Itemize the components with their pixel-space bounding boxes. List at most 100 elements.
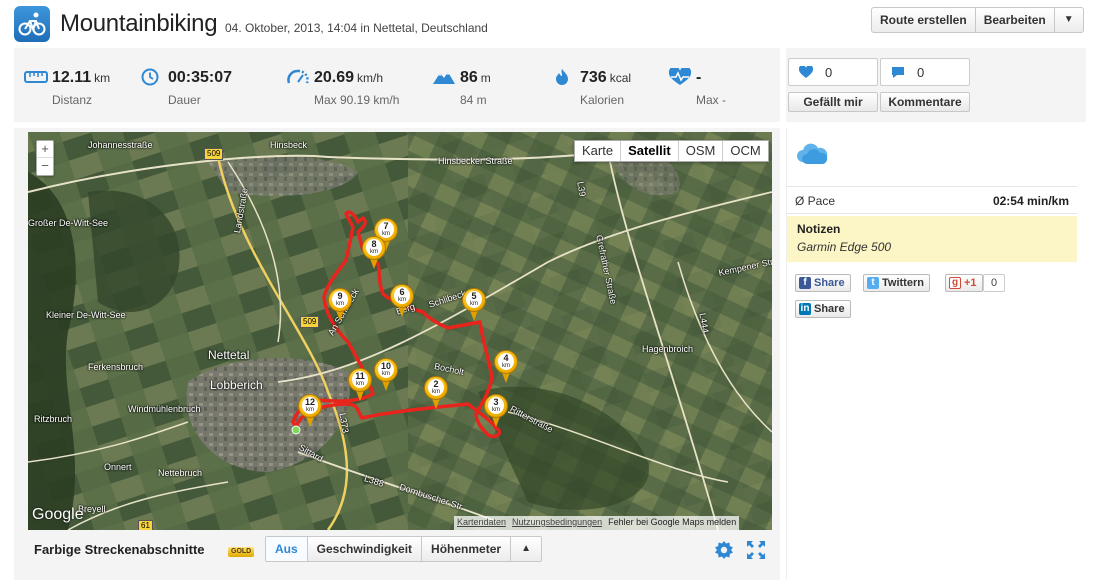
km-marker-unit: km — [336, 301, 344, 307]
duration-value: 00:35:07 — [168, 69, 233, 86]
map-type-satellit[interactable]: Satellit — [621, 141, 679, 161]
cloud-icon — [797, 143, 828, 164]
notes-title: Notizen — [797, 222, 841, 236]
facebook-share-button[interactable]: f Share — [795, 274, 851, 292]
km-marker-number: 3 — [493, 397, 499, 407]
elevation-value: 86 — [460, 69, 478, 86]
place-label: Landstraße — [232, 187, 250, 234]
road-shield: 509 — [300, 316, 320, 328]
map-attribution: Kartendaten Nutzungsbedingungen Fehler b… — [454, 516, 740, 530]
road-shield: 509 — [204, 148, 224, 160]
colored-segments-title: Farbige Streckenabschnitte — [34, 542, 205, 557]
comments-button[interactable]: Kommentare — [880, 92, 970, 112]
km-marker-5[interactable]: 5 km — [462, 288, 486, 322]
elevation-unit: m — [480, 71, 491, 85]
place-label: Lobberich — [210, 378, 263, 392]
ruler-icon — [24, 71, 48, 83]
segment-elevation-button[interactable]: Höhenmeter — [422, 537, 512, 561]
place-label: L444 — [697, 312, 711, 334]
segment-off-button[interactable]: Aus — [266, 537, 308, 561]
km-marker-3[interactable]: 3 km — [484, 394, 508, 428]
likes-counter: 0 — [788, 58, 878, 86]
mountain-icon — [433, 72, 455, 84]
map-type-ocm[interactable]: OCM — [723, 141, 767, 161]
calories-value: 736 — [580, 69, 607, 86]
route-map[interactable]: Johannesstraße Hinsbeck Hinsbecker Straß… — [28, 132, 772, 530]
edit-button[interactable]: Bearbeiten — [976, 8, 1055, 32]
map-type-osm[interactable]: OSM — [679, 141, 724, 161]
km-marker-11[interactable]: 11 km — [348, 368, 372, 402]
place-label: Grefrather Straße — [594, 234, 619, 306]
heart-icon — [799, 66, 813, 78]
km-marker-number: 10 — [380, 361, 391, 371]
max-speed-label: Max 90.19 km/h — [314, 93, 400, 107]
heartrate-icon — [668, 68, 692, 85]
map-type-switcher: Karte Satellit OSM OCM — [574, 140, 769, 162]
duration-label: Dauer — [168, 93, 201, 107]
place-label: Hagenbroich — [642, 344, 694, 354]
km-marker-unit: km — [492, 407, 500, 413]
gear-icon[interactable] — [714, 540, 734, 560]
km-marker-number: 9 — [337, 291, 343, 301]
notes-box: Notizen Garmin Edge 500 — [787, 216, 1077, 262]
zoom-in-button[interactable]: + — [37, 141, 53, 158]
elevation-sub: 84 m — [460, 93, 487, 107]
place-label: Sittard — [297, 442, 325, 464]
facebook-icon: f — [799, 277, 811, 289]
km-marker-unit: km — [470, 301, 478, 307]
create-route-button[interactable]: Route erstellen — [872, 8, 976, 32]
place-label: L388 — [362, 473, 386, 489]
km-marker-12[interactable]: 12 km — [298, 394, 322, 428]
header-button-group: Route erstellen Bearbeiten ▼ — [871, 7, 1084, 33]
place-label: Onnert — [104, 462, 132, 472]
gplus-icon: g — [949, 277, 961, 289]
distance-label: Distanz — [52, 93, 93, 107]
km-marker-8[interactable]: 8 km — [362, 236, 386, 270]
gplus-button[interactable]: g +1 — [945, 274, 983, 292]
place-label: L373 — [337, 412, 351, 434]
place-label: Hinsbecker Straße — [438, 156, 513, 166]
facebook-share-label: Share — [814, 277, 845, 289]
linkedin-share-label: Share — [814, 303, 845, 315]
linkedin-share-button[interactable]: in Share — [795, 300, 851, 318]
like-button[interactable]: Gefällt mir — [788, 92, 878, 112]
speed-value: 20.69 — [314, 69, 355, 86]
km-marker-10[interactable]: 10 km — [374, 358, 398, 392]
place-label: Ritterstraße — [508, 403, 555, 435]
km-marker-number: 8 — [371, 239, 377, 249]
page-header: Mountainbiking 04. Oktober, 2013, 14:04 … — [0, 0, 1096, 46]
km-marker-2[interactable]: 2 km — [424, 376, 448, 410]
km-marker-unit: km — [356, 381, 364, 387]
mountainbike-icon — [14, 6, 50, 42]
place-label: Nettebruch — [158, 468, 203, 478]
km-marker-number: 12 — [304, 397, 315, 407]
terms-link[interactable]: Nutzungsbedingungen — [512, 517, 602, 529]
map-data-link[interactable]: Kartendaten — [457, 517, 506, 529]
report-error-link[interactable]: Fehler bei Google Maps melden — [608, 517, 736, 529]
place-label: L39 — [575, 180, 588, 198]
zoom-out-button[interactable]: − — [37, 158, 53, 175]
km-marker-number: 5 — [471, 291, 477, 301]
fullscreen-icon[interactable] — [746, 540, 766, 560]
comments-count: 0 — [917, 65, 925, 80]
social-panel: 0 0 Gefällt mir Kommentare — [786, 48, 1086, 122]
twitter-icon: t — [867, 277, 879, 289]
map-type-karte[interactable]: Karte — [575, 141, 622, 161]
place-label: Nettetal — [208, 348, 250, 362]
km-marker-number: 2 — [433, 379, 439, 389]
km-marker-number: 7 — [383, 221, 389, 231]
km-marker-6[interactable]: 6 km — [390, 284, 414, 318]
collapse-button[interactable]: ▲ — [511, 537, 541, 561]
place-label: Hinsbeck — [270, 140, 308, 150]
km-marker-unit: km — [432, 389, 440, 395]
flame-icon — [556, 69, 568, 85]
km-marker-9[interactable]: 9 km — [328, 288, 352, 322]
more-dropdown-button[interactable]: ▼ — [1055, 8, 1083, 32]
segment-speed-button[interactable]: Geschwindigkeit — [308, 537, 423, 561]
twitter-share-button[interactable]: t Twittern — [863, 274, 930, 292]
distance-value: 12.11 — [52, 69, 92, 86]
speed-unit: km/h — [357, 71, 384, 85]
gplus-count: 0 — [983, 274, 1005, 292]
km-marker-4[interactable]: 4 km — [494, 350, 518, 384]
place-label: Bocholt — [433, 360, 465, 378]
